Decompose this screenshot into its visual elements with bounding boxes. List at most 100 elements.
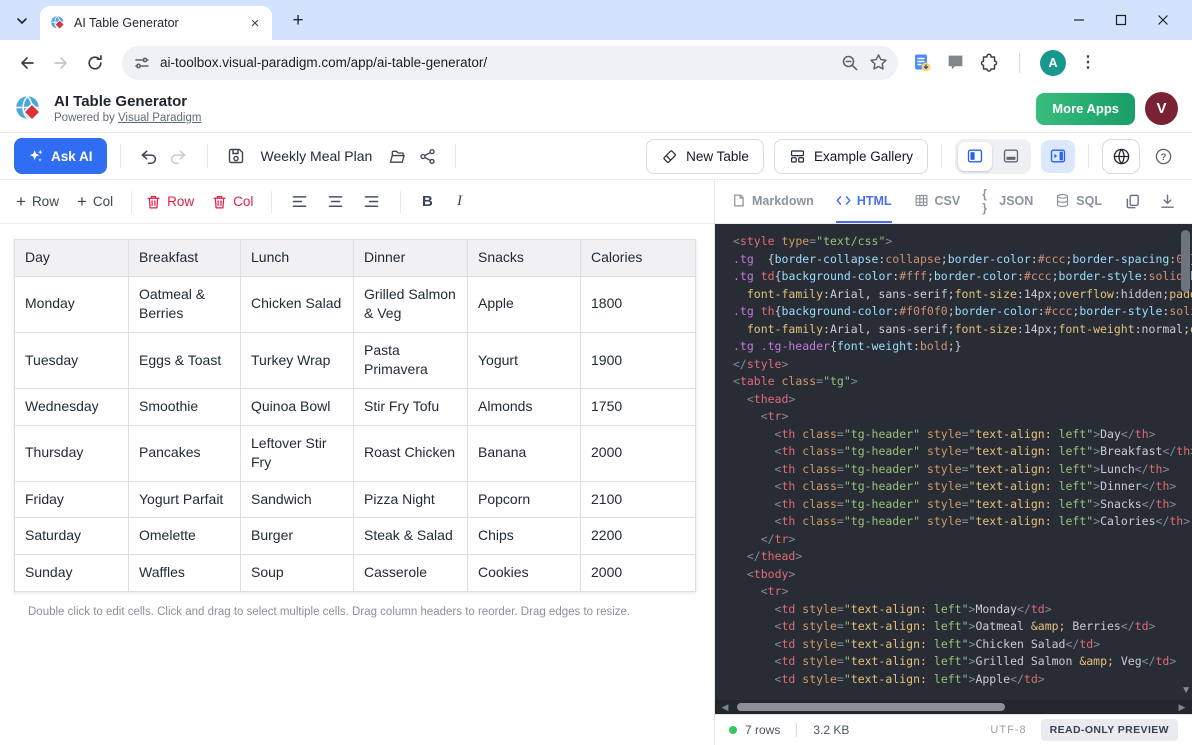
user-avatar[interactable]: V [1145, 92, 1178, 125]
table-cell[interactable]: Tuesday [15, 332, 129, 388]
table-cell[interactable]: Soup [241, 554, 354, 591]
download-icon[interactable] [1159, 193, 1176, 210]
document-name[interactable]: Weekly Meal Plan [261, 148, 373, 164]
undo-button[interactable] [134, 141, 164, 171]
toggle-right-panel-button[interactable] [1041, 140, 1075, 173]
scrollbar-thumb[interactable] [737, 703, 1005, 711]
table-cell[interactable]: Pizza Night [354, 481, 468, 518]
table-cell[interactable]: Omelette [129, 518, 241, 555]
table-cell[interactable]: Smoothie [129, 388, 241, 425]
table-cell[interactable]: 1750 [581, 388, 696, 425]
align-right-button[interactable] [358, 189, 384, 215]
help-button[interactable]: ? [1148, 141, 1178, 171]
redo-button[interactable] [164, 141, 194, 171]
table-cell[interactable]: Steak & Salad [354, 518, 468, 555]
zoom-out-icon[interactable] [841, 54, 859, 72]
table-cell[interactable]: Banana [468, 425, 581, 481]
new-table-button[interactable]: New Table [646, 139, 764, 174]
site-settings-icon[interactable] [134, 55, 150, 71]
extensions-puzzle-icon[interactable] [979, 53, 999, 73]
table-cell[interactable]: 2000 [581, 554, 696, 591]
table-cell[interactable]: Oatmeal & Berries [129, 276, 241, 332]
delete-row-button[interactable]: Row [146, 194, 194, 210]
close-button[interactable] [1142, 0, 1184, 40]
table-cell[interactable]: Pasta Primavera [354, 332, 468, 388]
column-header[interactable]: Dinner [354, 240, 468, 277]
column-header[interactable]: Day [15, 240, 129, 277]
open-folder-icon[interactable] [382, 141, 412, 171]
italic-button[interactable]: I [447, 193, 471, 210]
delete-col-button[interactable]: Col [212, 194, 253, 210]
table-cell[interactable]: Chips [468, 518, 581, 555]
table-cell[interactable]: Almonds [468, 388, 581, 425]
table-cell[interactable]: Eggs & Toast [129, 332, 241, 388]
table-cell[interactable]: Quinoa Bowl [241, 388, 354, 425]
table-cell[interactable]: 2100 [581, 481, 696, 518]
ask-ai-button[interactable]: Ask AI [14, 138, 107, 174]
browser-menu-icon[interactable]: ⋮ [1080, 55, 1096, 71]
column-header[interactable]: Breakfast [129, 240, 241, 277]
address-bar[interactable]: ai-toolbox.visual-paradigm.com/app/ai-ta… [122, 46, 898, 80]
back-button[interactable] [10, 46, 44, 80]
forward-button[interactable] [44, 46, 78, 80]
table-cell[interactable]: Sandwich [241, 481, 354, 518]
scrollbar-thumb[interactable] [1181, 230, 1190, 292]
tab-csv[interactable]: CSV [914, 180, 961, 223]
table-cell[interactable]: 1900 [581, 332, 696, 388]
table-cell[interactable]: Friday [15, 481, 129, 518]
tab-search-button[interactable] [9, 8, 35, 34]
table-cell[interactable]: Burger [241, 518, 354, 555]
browser-tab[interactable]: AI Table Generator × [40, 6, 272, 40]
table-cell[interactable]: Cookies [468, 554, 581, 591]
column-header[interactable]: Calories [581, 240, 696, 277]
table-cell[interactable]: Leftover Stir Fry [241, 425, 354, 481]
tab-sql[interactable]: SQL [1055, 180, 1102, 223]
table-cell[interactable]: Monday [15, 276, 129, 332]
table-cell[interactable]: Pancakes [129, 425, 241, 481]
table-cell[interactable]: Waffles [129, 554, 241, 591]
bookmark-star-icon[interactable] [869, 53, 888, 72]
table-cell[interactable]: Roast Chicken [354, 425, 468, 481]
split-horizontal-button[interactable] [994, 142, 1028, 171]
table-cell[interactable]: Grilled Salmon & Veg [354, 276, 468, 332]
column-header[interactable]: Lunch [241, 240, 354, 277]
table-cell[interactable]: Casserole [354, 554, 468, 591]
tab-html[interactable]: HTML [836, 180, 892, 223]
table-cell[interactable]: 2000 [581, 425, 696, 481]
bold-button[interactable]: B [415, 193, 439, 210]
table-cell[interactable]: Yogurt Parfait [129, 481, 241, 518]
table-cell[interactable]: Thursday [15, 425, 129, 481]
horizontal-scrollbar[interactable]: ◀ ▶ [715, 700, 1192, 714]
split-vertical-button[interactable] [958, 142, 992, 171]
table-cell[interactable]: Chicken Salad [241, 276, 354, 332]
table-cell[interactable]: 1800 [581, 276, 696, 332]
align-left-button[interactable] [286, 189, 312, 215]
chat-extension-icon[interactable] [946, 53, 965, 72]
align-center-button[interactable] [322, 189, 348, 215]
scroll-left-arrow[interactable]: ◀ [719, 702, 731, 713]
tab-json[interactable]: { } JSON [982, 180, 1033, 223]
scroll-right-arrow[interactable]: ▶ [1176, 702, 1188, 713]
table-cell[interactable]: Turkey Wrap [241, 332, 354, 388]
table-cell[interactable]: Popcorn [468, 481, 581, 518]
table-cell[interactable]: Apple [468, 276, 581, 332]
more-apps-button[interactable]: More Apps [1036, 93, 1135, 125]
vertical-scrollbar[interactable] [1181, 230, 1190, 690]
example-gallery-button[interactable]: Example Gallery [774, 139, 928, 174]
add-col-button[interactable]: +Col [77, 193, 113, 210]
add-row-button[interactable]: +Row [16, 193, 59, 210]
visual-paradigm-link[interactable]: Visual Paradigm [118, 112, 202, 124]
language-button[interactable] [1102, 139, 1140, 174]
column-header[interactable]: Snacks [468, 240, 581, 277]
minimize-button[interactable] [1058, 0, 1100, 40]
reload-button[interactable] [78, 46, 112, 80]
reading-list-extension-icon[interactable] [912, 53, 932, 73]
meal-plan-table[interactable]: DayBreakfastLunchDinnerSnacksCalories Mo… [14, 239, 696, 592]
share-icon[interactable] [412, 141, 442, 171]
save-icon[interactable] [221, 141, 251, 171]
table-cell[interactable]: 2200 [581, 518, 696, 555]
url-text[interactable]: ai-toolbox.visual-paradigm.com/app/ai-ta… [160, 55, 831, 70]
browser-profile-avatar[interactable]: A [1040, 50, 1066, 76]
maximize-button[interactable] [1100, 0, 1142, 40]
tab-markdown[interactable]: Markdown [731, 180, 814, 223]
